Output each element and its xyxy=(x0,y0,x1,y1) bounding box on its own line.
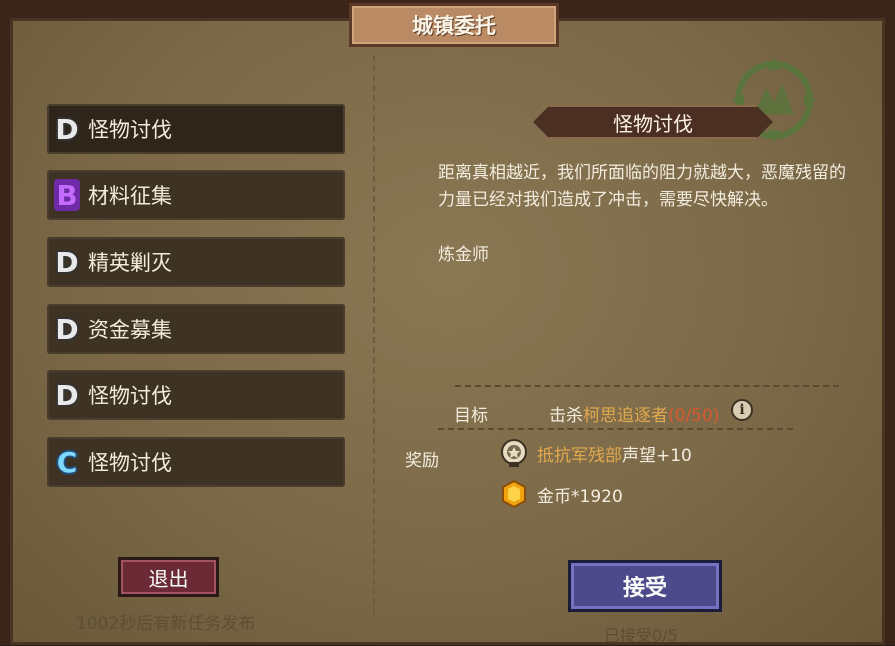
quest-label: 怪物讨伐 xyxy=(88,118,172,142)
accept-button[interactable]: 接受 xyxy=(568,560,722,612)
quest-label: 怪物讨伐 xyxy=(88,384,172,408)
info-icon[interactable]: i xyxy=(731,399,753,421)
reward-faction-text: 声望+10 xyxy=(622,445,692,466)
rank-badge: D xyxy=(55,112,79,146)
rank-badge: D xyxy=(55,245,79,279)
quest-label: 材料征集 xyxy=(88,184,172,208)
quest-item[interactable]: C 怪物讨伐 xyxy=(47,437,345,487)
reward-faction-name: 抵抗军残部 xyxy=(537,445,622,466)
quest-item[interactable]: D 资金募集 xyxy=(47,304,345,354)
goal-progress: (0/50) xyxy=(668,406,720,426)
reward-gold: 金币*1920 xyxy=(499,479,623,509)
panel-divider xyxy=(373,55,375,615)
rank-badge: B xyxy=(54,179,80,212)
quest-item[interactable]: D 怪物讨伐 xyxy=(47,370,345,420)
gold-coin-icon xyxy=(502,479,526,509)
quest-item[interactable]: D 怪物讨伐 xyxy=(47,104,345,154)
quest-item[interactable]: D 精英剿灭 xyxy=(47,237,345,287)
divider xyxy=(455,385,839,387)
accepted-count: 已接受0/5 xyxy=(604,626,678,645)
exit-button[interactable]: 退出 xyxy=(118,557,219,597)
window-title-plate: 城镇委托 xyxy=(349,3,559,47)
quest-item[interactable]: B 材料征集 xyxy=(47,170,345,220)
goal-label: 目标 xyxy=(454,406,488,426)
reward-gold-text: 金币*1920 xyxy=(537,486,623,507)
quest-label: 怪物讨伐 xyxy=(88,451,172,475)
quest-title-banner: 怪物讨伐 xyxy=(533,101,773,143)
rank-badge: D xyxy=(55,378,79,412)
rank-badge: C xyxy=(56,445,78,479)
quest-issuer: 炼金师 xyxy=(438,245,489,265)
new-quest-timer: 1002秒后有新任务发布 xyxy=(76,614,256,634)
goal-text: 击杀柯思追逐者(0/50) xyxy=(549,401,719,426)
reward-label: 奖励 xyxy=(405,451,439,471)
goal-target: 柯思追逐者 xyxy=(583,406,668,426)
quest-title: 怪物讨伐 xyxy=(613,111,693,136)
divider xyxy=(438,428,793,430)
goal-action: 击杀 xyxy=(549,406,583,426)
rank-badge: D xyxy=(55,312,79,346)
window-title: 城镇委托 xyxy=(412,14,496,38)
quest-description: 距离真相越近，我们所面临的阻力就越大，恶魔残留的力量已经对我们造成了冲击，需要尽… xyxy=(438,163,846,210)
quest-label: 精英剿灭 xyxy=(88,251,172,275)
medal-icon xyxy=(501,439,527,467)
reward-reputation: 抵抗军残部声望+10 xyxy=(499,438,692,468)
quest-label: 资金募集 xyxy=(88,318,172,342)
